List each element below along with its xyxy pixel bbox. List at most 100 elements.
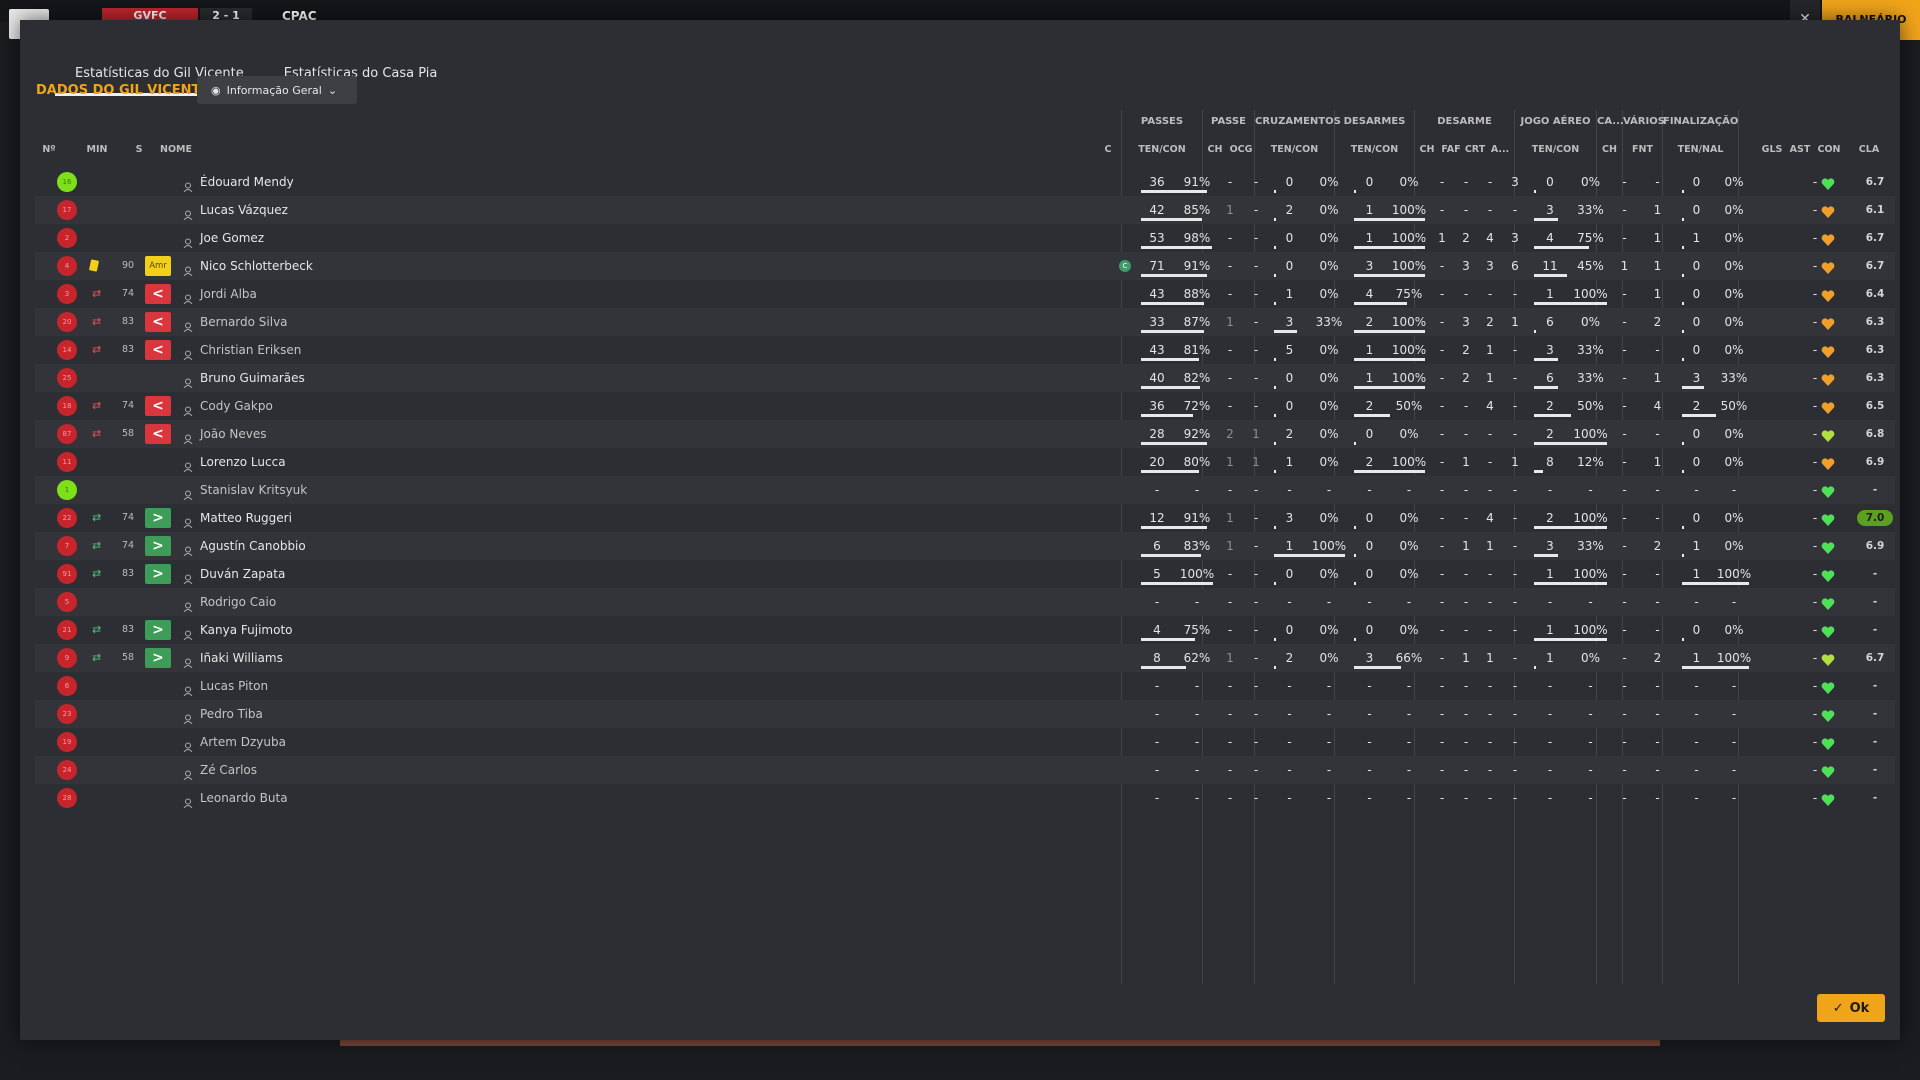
table-row[interactable]: 4 90 Amr Nico Schlotterbeck C 71 91% - -0 0% 3 100%… — [35, 252, 1895, 280]
player-name[interactable]: Nico Schlotterbeck — [200, 252, 313, 280]
player-name[interactable]: Cody Gakpo — [200, 392, 273, 420]
column-header-d_a[interactable]: A... — [1487, 144, 1513, 155]
player-name[interactable]: Kanya Fujimoto — [200, 616, 292, 644]
player-name[interactable]: Jordi Alba — [200, 280, 257, 308]
table-row[interactable]: 24 Zé Carlos - - - - - - - - - - - - - - - - - - - - — [35, 756, 1895, 784]
stat-value: - — [1622, 231, 1627, 245]
column-header-desarmes[interactable]: TEN/CON — [1335, 144, 1414, 155]
stat-value: - — [1154, 707, 1160, 721]
player-name[interactable]: João Neves — [200, 420, 267, 448]
column-header-cla[interactable]: CLA — [1854, 144, 1884, 155]
stat-value: - — [1287, 791, 1292, 805]
column-header-ast[interactable]: AST — [1788, 144, 1812, 155]
column-header-finaliz[interactable]: TEN/NAL — [1663, 144, 1738, 155]
table-row[interactable]: 17 Lucas Vázquez 42 85% 1-2 0% 1 100% - - - -3 33% -1… — [35, 196, 1895, 224]
column-header-con[interactable]: CON — [1814, 144, 1844, 155]
column-header-d_faf[interactable]: FAF — [1439, 144, 1463, 155]
table-row[interactable]: 19 Artem Dzyuba - - - - - - - - - - - - - - - - - - - - — [35, 728, 1895, 756]
stat-value: - — [1287, 595, 1292, 609]
player-name[interactable]: Stanislav Kritsyuk — [200, 476, 307, 504]
shirt-number-icon: 91 — [57, 564, 77, 584]
background-strip — [340, 1040, 1660, 1046]
column-header-d_crt[interactable]: CRT — [1463, 144, 1487, 155]
column-header-name[interactable]: NOME — [160, 144, 200, 155]
column-header-num[interactable]: Nº — [36, 144, 62, 155]
table-row[interactable]: 2 Joe Gomez 53 98% - -0 0% 1 100% 1 2 4 3 4 75% -1 1 0% -6… — [35, 224, 1895, 252]
table-row[interactable]: 6 Lucas Piton - - - - - - - - - - - - - - - - - - - - — [35, 672, 1895, 700]
table-row[interactable]: 18 ⇄ 74 < Cody Gakpo 36 72% - -0 0% 2 50% - -4-2 50% -4… — [35, 392, 1895, 420]
chevron-down-icon: ⌄ — [327, 83, 338, 97]
player-name[interactable]: Pedro Tiba — [200, 700, 263, 728]
player-name[interactable]: Duván Zapata — [200, 560, 285, 588]
table-row[interactable]: 5 Rodrigo Caio - - - - - - - - - - - - - - - - - - - - — [35, 588, 1895, 616]
table-row[interactable]: 3 ⇄ 74 < Jordi Alba 43 88% - -1 0% 4 75% - - - -1 100% -1… — [35, 280, 1895, 308]
player-name[interactable]: Lucas Piton — [200, 672, 268, 700]
table-row[interactable]: 87 ⇄ 58 < João Neves 28 92% 2 1 2 0% 0 0% - - - -2 100% - -… — [35, 420, 1895, 448]
table-row[interactable]: 16 Édouard Mendy 36 91% - -0 0% 0 0% - - -3 0 0% - -0 0%… — [35, 168, 1895, 196]
column-header-passe_ch[interactable]: CH — [1203, 144, 1227, 155]
match-rating: 6.9 — [1865, 456, 1885, 468]
table-row[interactable]: 9 ⇄ 58 > Iñaki Williams 8 62% 1-2 0% 3 66% -1 1-1 0% -… — [35, 644, 1895, 672]
ok-button[interactable]: ✓ Ok — [1817, 994, 1885, 1022]
stat-value: - — [1588, 763, 1593, 777]
column-header-ca_ch[interactable]: CH — [1597, 144, 1622, 155]
column-header-s[interactable]: S — [132, 144, 146, 155]
player-name[interactable]: Christian Eriksen — [200, 336, 301, 364]
table-row[interactable]: 11 Lorenzo Lucca 20 80% 1 1 1 0% 2 100% -1-1 8 12% -1… — [35, 448, 1895, 476]
player-name[interactable]: Matteo Ruggeri — [200, 504, 292, 532]
stat-value: - — [1253, 511, 1259, 525]
player-name[interactable]: Lucas Vázquez — [200, 196, 288, 224]
player-name[interactable]: Lorenzo Lucca — [200, 448, 286, 476]
success-bar — [1534, 330, 1536, 333]
table-row[interactable]: 91 ⇄ 83 > Duván Zapata 5 100% - -0 0% 0 0% - - - -1 100%… — [35, 560, 1895, 588]
column-header-passes[interactable]: TEN/CON — [1122, 144, 1202, 155]
table-row[interactable]: 20 ⇄ 83 < Bernardo Silva 33 87% 1-3 33% 2 100% -3 2 1… — [35, 308, 1895, 336]
player-name[interactable]: Rodrigo Caio — [200, 588, 276, 616]
player-name[interactable]: Bernardo Silva — [200, 308, 288, 336]
column-header-gls[interactable]: GLS — [1760, 144, 1784, 155]
stat-value: - — [1406, 791, 1412, 805]
stat-value: 0 — [1546, 175, 1554, 189]
stat-value: - — [1622, 175, 1627, 189]
table-row[interactable]: 28 Leonardo Buta - - - - - - - - - - - - - - - - - - - - — [35, 784, 1895, 812]
success-bar — [1274, 526, 1276, 529]
stat-value: 1 — [1252, 455, 1260, 469]
column-header-cruz[interactable]: TEN/CON — [1255, 144, 1334, 155]
column-header-c[interactable]: C — [1102, 144, 1114, 155]
column-header-min[interactable]: MIN — [82, 144, 112, 155]
stat-value — [1775, 280, 1799, 308]
player-name[interactable]: Agustín Canobbio — [200, 532, 306, 560]
column-header-aereo[interactable]: TEN/CON — [1515, 144, 1596, 155]
success-bar — [1274, 638, 1276, 641]
player-name[interactable]: Zé Carlos — [200, 756, 257, 784]
check-icon: ✓ — [1832, 1000, 1844, 1016]
stat-value: - — [1547, 707, 1553, 721]
table-row[interactable]: 25 Bruno Guimarães 40 82% - -0 0% 1 100% -2 1-6 33%… — [35, 364, 1895, 392]
column-header-d_ch[interactable]: CH — [1415, 144, 1439, 155]
stat-value — [1775, 448, 1799, 476]
player-name[interactable]: Joe Gomez — [200, 224, 264, 252]
stat-value: 50% — [1720, 399, 1748, 413]
stat-value: - — [1622, 763, 1627, 777]
stat-value: - — [1512, 539, 1518, 553]
minute-value: 74 — [121, 400, 135, 411]
player-name[interactable]: Iñaki Williams — [200, 644, 283, 672]
player-name[interactable]: Édouard Mendy — [200, 168, 294, 196]
table-row[interactable]: 7 ⇄ 74 > Agustín Canobbio 6 83% 1-1 100% 0 0% -1 1-3… — [35, 532, 1895, 560]
column-header-fnt[interactable]: FNT — [1623, 144, 1662, 155]
player-name[interactable]: Leonardo Buta — [200, 784, 288, 812]
table-row[interactable]: 1 Stanislav Kritsyuk - - - - - - - - - - - - - - - - - - - - — [35, 476, 1895, 504]
success-bar — [1141, 274, 1207, 277]
table-row[interactable]: 22 ⇄ 74 > Matteo Ruggeri 12 91% 1-3 0% 0 0% - -4-2 10… — [35, 504, 1895, 532]
player-name[interactable]: Bruno Guimarães — [200, 364, 305, 392]
condition-heart-icon — [1821, 260, 1835, 274]
stat-value: - — [1622, 315, 1627, 329]
view-dropdown[interactable]: ◉ Informação Geral ⌄ — [197, 76, 357, 104]
table-row[interactable]: 21 ⇄ 83 > Kanya Fujimoto 4 75% - -0 0% 0 0% - - - -1 100… — [35, 616, 1895, 644]
table-row[interactable]: 23 Pedro Tiba - - - - - - - - - - - - - - - - - - - - — [35, 700, 1895, 728]
table-row[interactable]: 14 ⇄ 83 < Christian Eriksen 43 81% - -5 0% 1 100% -2… — [35, 336, 1895, 364]
stat-value: 1 — [1653, 203, 1662, 217]
player-name[interactable]: Artem Dzyuba — [200, 728, 286, 756]
column-header-passe_ocg[interactable]: OCG — [1228, 144, 1254, 155]
condition-heart-icon — [1821, 288, 1835, 302]
